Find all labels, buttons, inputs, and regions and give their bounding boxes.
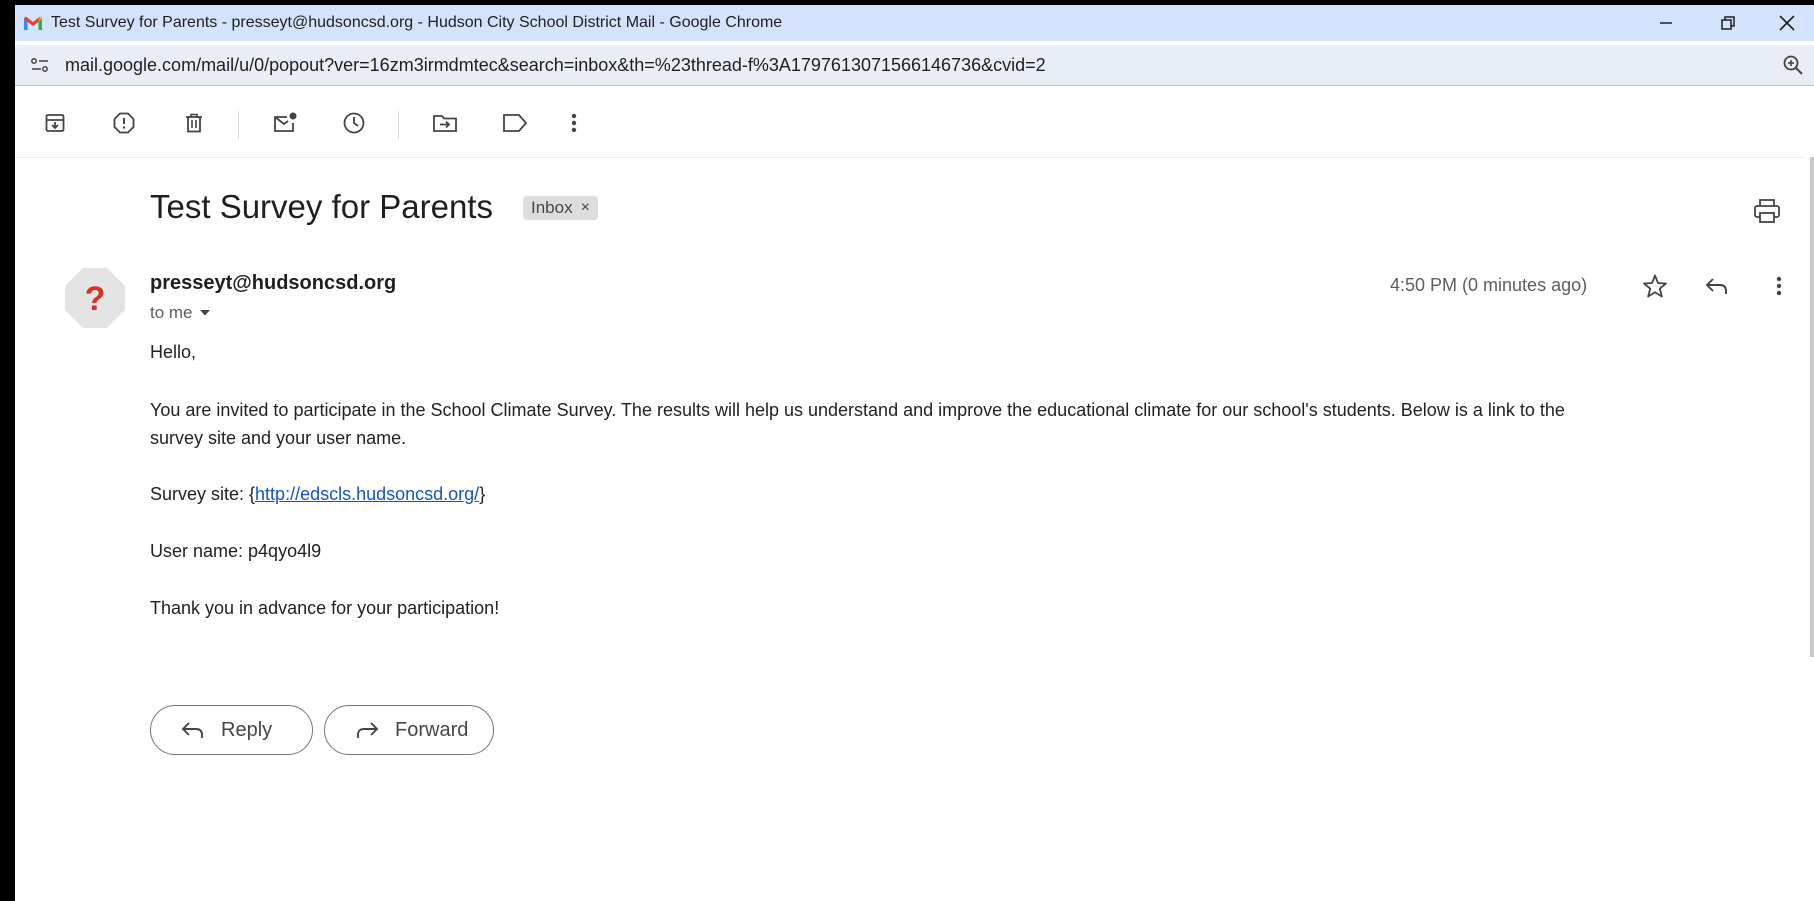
move-to-button[interactable] [432, 110, 458, 136]
gmail-logo-icon [24, 16, 42, 30]
more-vert-icon [1776, 276, 1782, 296]
recipient-details-toggle[interactable]: to me [150, 303, 211, 323]
message-timestamp: 4:50 PM (0 minutes ago) [1390, 275, 1588, 295]
print-icon [1754, 199, 1780, 223]
survey-site-line: Survey site: {http://edscls.hudsoncsd.or… [150, 480, 485, 508]
reply-icon [181, 722, 203, 738]
reply-icon-button[interactable] [1702, 271, 1732, 301]
browser-window: Test Survey for Parents - presseyt@hudso… [0, 0, 1814, 901]
body-greeting: Hello, [150, 342, 197, 362]
snooze-button[interactable] [341, 110, 367, 136]
restore-button[interactable] [1701, 5, 1755, 41]
toolbar-divider [398, 111, 399, 139]
sender-avatar[interactable]: ? [64, 267, 126, 329]
label-icon [503, 114, 528, 132]
forward-label: Forward [395, 718, 469, 741]
survey-suffix: } [479, 484, 486, 504]
minimize-icon [1660, 22, 1672, 24]
message-more-button[interactable] [1764, 271, 1794, 301]
star-button[interactable] [1640, 271, 1670, 301]
unknown-sender-icon: ? [85, 280, 106, 318]
more-vert-icon [571, 113, 577, 133]
reply-label: Reply [221, 718, 273, 741]
more-actions-button[interactable] [561, 110, 587, 136]
reply-icon [1705, 278, 1727, 294]
archive-button[interactable] [42, 110, 68, 136]
survey-link[interactable]: http://edscls.hudsoncsd.org/ [255, 484, 479, 504]
zoom-in-icon [1783, 55, 1803, 75]
title-bar: Test Survey for Parents - presseyt@hudso… [15, 5, 1814, 41]
survey-prefix: Survey site: { [150, 484, 256, 504]
tune-icon [31, 58, 48, 72]
print-all-button[interactable] [1752, 196, 1782, 226]
mark-unread-button[interactable] [272, 110, 298, 136]
forward-icon [357, 722, 379, 738]
delete-icon [186, 113, 202, 133]
toolbar-divider [238, 111, 239, 139]
minimize-button[interactable] [1639, 5, 1693, 41]
label-button[interactable] [502, 110, 528, 136]
close-icon [1779, 15, 1795, 31]
url-text[interactable]: mail.google.com/mail/u/0/popout?ver=16zm… [65, 55, 1046, 76]
site-info-button[interactable] [29, 54, 51, 76]
move-to-icon [433, 115, 457, 132]
report-spam-icon [113, 112, 135, 134]
address-bar[interactable]: mail.google.com/mail/u/0/popout?ver=16zm… [15, 45, 1814, 86]
inbox-label-chip[interactable]: Inbox × [523, 196, 598, 220]
recipient-line: to me [150, 303, 193, 322]
sender-email[interactable]: presseyt@hudsoncsd.org [150, 272, 396, 295]
scrollbar[interactable] [1810, 157, 1814, 657]
close-window-button[interactable] [1760, 5, 1814, 41]
email-subject: Test Survey for Parents [150, 188, 493, 225]
delete-button[interactable] [181, 110, 207, 136]
forward-button[interactable]: Forward [324, 705, 494, 755]
report-spam-button[interactable] [111, 110, 137, 136]
zoom-button[interactable] [1782, 54, 1804, 81]
caret-down-icon [199, 310, 210, 316]
archive-icon [45, 114, 65, 132]
window-title: Test Survey for Parents - presseyt@hudso… [51, 14, 783, 31]
closing-line: Thank you in advance for your participat… [150, 598, 500, 618]
message-toolbar [15, 87, 1804, 158]
username-line: User name: p4qyo4l9 [150, 541, 322, 561]
reply-button[interactable]: Reply [150, 705, 313, 755]
mark-unread-icon [274, 112, 297, 132]
star-icon [1643, 274, 1667, 298]
body-paragraph-line-2: survey site and your user name. [150, 428, 407, 448]
remove-label-button[interactable]: × [581, 199, 590, 217]
snooze-icon [343, 112, 365, 134]
label-name: Inbox [531, 198, 573, 217]
restore-icon [1721, 16, 1735, 30]
body-paragraph-line-1: You are invited to participate in the Sc… [150, 400, 1565, 420]
